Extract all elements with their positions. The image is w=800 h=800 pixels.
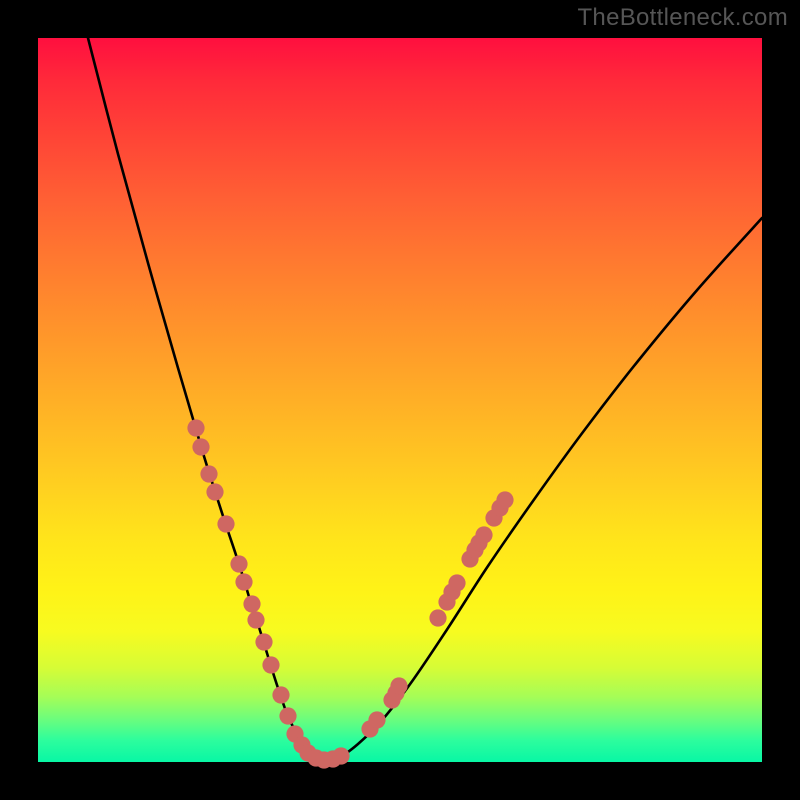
data-bead [272,686,289,703]
data-bead [187,419,204,436]
chart-svg [38,38,762,762]
data-bead [332,747,349,764]
data-bead [200,465,217,482]
data-bead [192,438,209,455]
data-bead [247,611,264,628]
data-bead [206,483,223,500]
plot-area [38,38,762,762]
bottleneck-curve [88,38,762,760]
data-bead [262,656,279,673]
data-bead [496,491,513,508]
data-bead [235,573,252,590]
data-bead [243,595,260,612]
data-beads [187,419,513,768]
data-bead [448,574,465,591]
data-bead [217,515,234,532]
data-bead [390,677,407,694]
data-bead [255,633,272,650]
data-bead [429,609,446,626]
watermark-text: TheBottleneck.com [577,4,788,32]
data-bead [230,555,247,572]
data-bead [475,526,492,543]
data-bead [368,711,385,728]
chart-frame: TheBottleneck.com [0,0,800,800]
data-bead [279,707,296,724]
